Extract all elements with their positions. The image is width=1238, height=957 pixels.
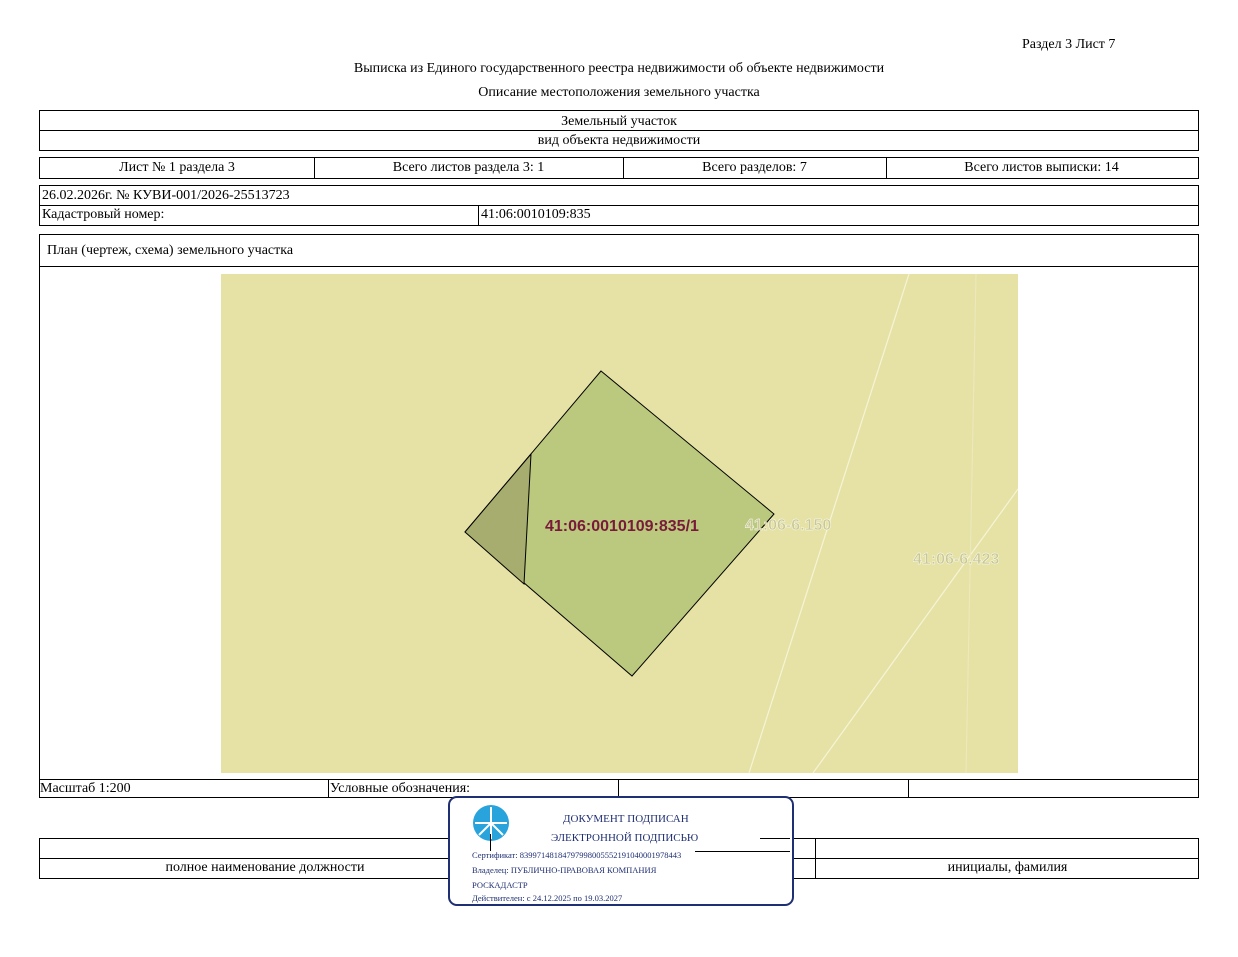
total-sheets-extract: Всего листов выписки: 14 [964, 160, 1119, 175]
stamp-owner-2: РОСКАДАСТР [472, 880, 528, 890]
divider [760, 838, 790, 839]
total-sheets-section: Всего листов раздела 3: 1 [392, 160, 545, 175]
divider [490, 834, 491, 851]
divider [40, 266, 1198, 267]
stamp-owner: Владелец: ПУБЛИЧНО-ПРАВОВАЯ КОМПАНИЯ [472, 865, 657, 875]
divider [908, 779, 909, 797]
cadastral-number-label: Кадастровый номер: [42, 207, 165, 222]
document-title: Выписка из Единого государственного реес… [353, 61, 885, 76]
total-sections: Всего разделов: 7 [702, 160, 807, 175]
document-subtitle: Описание местоположения земельного участ… [478, 85, 760, 100]
section-sheet-label: Раздел 3 Лист 7 [1022, 37, 1116, 52]
legend-label: Условные обозначения: [330, 781, 471, 796]
divider [478, 205, 479, 225]
object-type: Земельный участок [561, 114, 677, 129]
divider [618, 779, 619, 797]
stamp-certificate: Сертификат: 8399714818479799800555219104… [472, 850, 682, 860]
block-label-b: 41:06-6.423 [913, 551, 999, 568]
cadastral-number-value: 41:06:0010109:835 [481, 207, 591, 222]
object-type-caption: вид объекта недвижимости [537, 133, 701, 148]
divider [40, 779, 1198, 780]
plan-map: 41:06:0010109:835/1 41:06-6.150 41:06-6.… [221, 274, 1018, 773]
stamp-line1: ДОКУМЕНТ ПОДПИСАН [563, 813, 689, 825]
divider [695, 851, 790, 852]
parcel-part-label: 41:06:0010109:835/1 [545, 518, 699, 535]
scale-label: Масштаб 1:200 [40, 781, 131, 796]
name-caption: инициалы, фамилия [947, 860, 1068, 875]
sheet-number: Лист № 1 раздела 3 [119, 160, 235, 175]
block-label-a: 41:06-6.150 [745, 517, 831, 534]
divider [328, 779, 329, 797]
record-info-box: 26.02.2026г. № КУВИ-001/2026-25513723 Ка… [39, 185, 1199, 226]
divider [40, 205, 1198, 206]
position-caption: полное наименование должности [165, 860, 365, 875]
electronic-signature-stamp: ДОКУМЕНТ ПОДПИСАН ЭЛЕКТРОННОЙ ПОДПИСЬЮ С… [448, 796, 794, 906]
stamp-valid: Действителен: с 24.12.2025 по 19.03.2027 [472, 893, 623, 903]
extract-date-number: 26.02.2026г. № КУВИ-001/2026-25513723 [42, 188, 290, 203]
plan-heading: План (чертеж, схема) земельного участка [47, 243, 294, 258]
sheet-info-row: Лист № 1 раздела 3 Всего листов раздела … [39, 157, 1199, 179]
object-type-box: Земельный участок вид объекта недвижимос… [39, 110, 1199, 151]
stamp-line2: ЭЛЕКТРОННОЙ ПОДПИСЬЮ [551, 832, 699, 844]
rosreestr-logo-icon [473, 805, 509, 841]
divider [40, 130, 1198, 131]
